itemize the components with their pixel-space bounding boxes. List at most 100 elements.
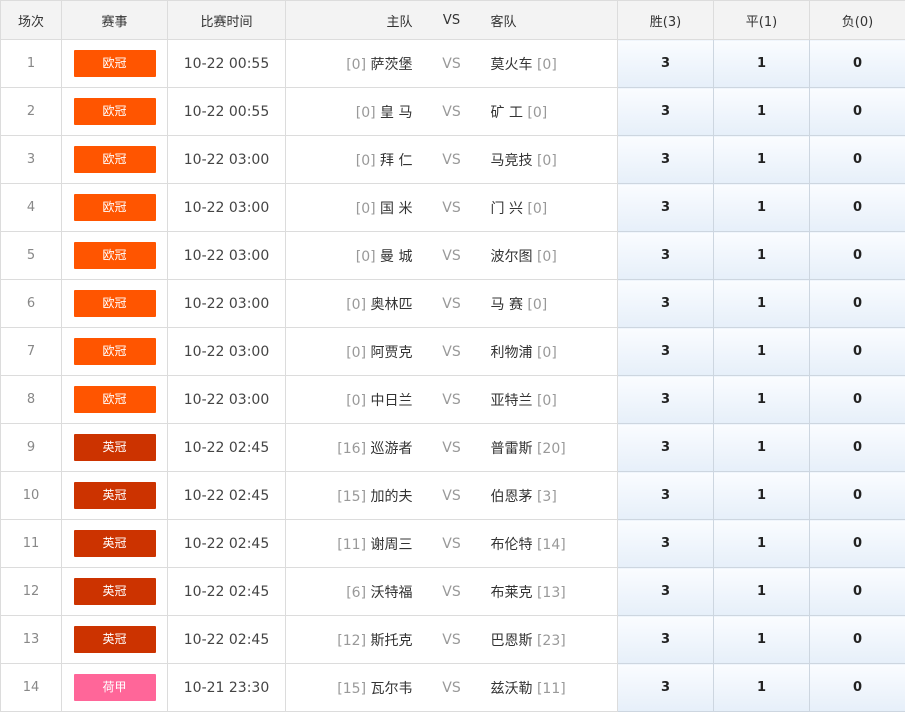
draw-option[interactable]: 1 bbox=[713, 663, 810, 712]
win-option[interactable]: 3 bbox=[617, 183, 714, 232]
lose-option[interactable]: 0 bbox=[809, 231, 905, 280]
lose-option[interactable]: 0 bbox=[809, 135, 905, 184]
draw-option[interactable]: 1 bbox=[713, 183, 810, 232]
win-option[interactable]: 3 bbox=[617, 567, 714, 616]
home-team[interactable]: 巡游者 bbox=[371, 441, 413, 457]
win-option[interactable]: 3 bbox=[617, 39, 714, 88]
win-option[interactable]: 3 bbox=[617, 375, 714, 424]
lose-option[interactable]: 0 bbox=[809, 375, 905, 424]
match-index: 9 bbox=[0, 423, 62, 472]
lose-option[interactable]: 0 bbox=[809, 471, 905, 520]
away-team[interactable]: 马竞技 bbox=[491, 153, 533, 169]
away-team[interactable]: 马 赛 bbox=[491, 297, 523, 313]
draw-option[interactable]: 1 bbox=[713, 327, 810, 376]
away-team[interactable]: 布莱克 bbox=[491, 585, 533, 601]
league-badge[interactable]: 欧冠 bbox=[73, 146, 156, 173]
header-home: 主队 bbox=[285, 0, 421, 40]
league-badge[interactable]: 欧冠 bbox=[73, 50, 156, 77]
home-team[interactable]: 加的夫 bbox=[371, 489, 413, 505]
league-badge[interactable]: 英冠 bbox=[73, 434, 156, 461]
vs-label: VS bbox=[420, 567, 483, 616]
win-option[interactable]: 3 bbox=[617, 279, 714, 328]
draw-option[interactable]: 1 bbox=[713, 615, 810, 664]
away-rank: [0] bbox=[527, 104, 548, 121]
away-team[interactable]: 门 兴 bbox=[491, 201, 523, 217]
win-option[interactable]: 3 bbox=[617, 231, 714, 280]
home-team-cell: [0] 萨茨堡 bbox=[285, 39, 421, 88]
match-index: 12 bbox=[0, 567, 62, 616]
away-team[interactable]: 兹沃勒 bbox=[491, 681, 533, 697]
away-team[interactable]: 巴恩斯 bbox=[491, 633, 533, 649]
match-index: 13 bbox=[0, 615, 62, 664]
lose-option[interactable]: 0 bbox=[809, 87, 905, 136]
draw-option[interactable]: 1 bbox=[713, 423, 810, 472]
draw-option[interactable]: 1 bbox=[713, 231, 810, 280]
home-team[interactable]: 谢周三 bbox=[371, 537, 413, 553]
home-team-cell: [16] 巡游者 bbox=[285, 423, 421, 472]
league-badge[interactable]: 英冠 bbox=[73, 482, 156, 509]
league-badge[interactable]: 英冠 bbox=[73, 578, 156, 605]
home-team[interactable]: 拜 仁 bbox=[380, 153, 412, 169]
league-badge[interactable]: 欧冠 bbox=[73, 98, 156, 125]
win-option[interactable]: 3 bbox=[617, 615, 714, 664]
league-cell: 欧冠 bbox=[61, 279, 168, 328]
away-team[interactable]: 波尔图 bbox=[491, 249, 533, 265]
draw-option[interactable]: 1 bbox=[713, 471, 810, 520]
league-badge[interactable]: 欧冠 bbox=[73, 338, 156, 365]
home-team[interactable]: 皇 马 bbox=[380, 105, 412, 121]
home-team-cell: [0] 奥林匹 bbox=[285, 279, 421, 328]
away-team[interactable]: 矿 工 bbox=[491, 105, 523, 121]
draw-option[interactable]: 1 bbox=[713, 39, 810, 88]
lose-option[interactable]: 0 bbox=[809, 183, 905, 232]
league-badge[interactable]: 欧冠 bbox=[73, 386, 156, 413]
win-option[interactable]: 3 bbox=[617, 135, 714, 184]
match-time: 10-22 02:45 bbox=[167, 615, 286, 664]
away-team[interactable]: 布伦特 bbox=[491, 537, 533, 553]
away-team[interactable]: 莫火车 bbox=[491, 57, 533, 73]
win-option[interactable]: 3 bbox=[617, 87, 714, 136]
draw-option[interactable]: 1 bbox=[713, 375, 810, 424]
win-option[interactable]: 3 bbox=[617, 471, 714, 520]
home-team[interactable]: 萨茨堡 bbox=[371, 57, 413, 73]
draw-option[interactable]: 1 bbox=[713, 279, 810, 328]
home-team[interactable]: 奥林匹 bbox=[371, 297, 413, 313]
win-option[interactable]: 3 bbox=[617, 519, 714, 568]
draw-option[interactable]: 1 bbox=[713, 519, 810, 568]
league-badge[interactable]: 欧冠 bbox=[73, 290, 156, 317]
league-badge[interactable]: 英冠 bbox=[73, 530, 156, 557]
league-cell: 欧冠 bbox=[61, 231, 168, 280]
lose-option[interactable]: 0 bbox=[809, 567, 905, 616]
home-team[interactable]: 国 米 bbox=[380, 201, 412, 217]
away-team[interactable]: 伯恩茅 bbox=[491, 489, 533, 505]
home-team[interactable]: 瓦尔韦 bbox=[371, 681, 413, 697]
lose-option[interactable]: 0 bbox=[809, 39, 905, 88]
lose-option[interactable]: 0 bbox=[809, 327, 905, 376]
home-team[interactable]: 斯托克 bbox=[371, 633, 413, 649]
draw-option[interactable]: 1 bbox=[713, 135, 810, 184]
match-time: 10-22 03:00 bbox=[167, 135, 286, 184]
draw-option[interactable]: 1 bbox=[713, 567, 810, 616]
table-header: 场次 赛事 比赛时间 主队 VS 客队 胜(3) 平(1) 负(0) bbox=[0, 0, 905, 40]
lose-option[interactable]: 0 bbox=[809, 663, 905, 712]
league-badge[interactable]: 欧冠 bbox=[73, 194, 156, 221]
win-option[interactable]: 3 bbox=[617, 423, 714, 472]
draw-option[interactable]: 1 bbox=[713, 87, 810, 136]
home-team[interactable]: 阿贾克 bbox=[371, 345, 413, 361]
league-badge[interactable]: 荷甲 bbox=[73, 674, 156, 701]
lose-option[interactable]: 0 bbox=[809, 519, 905, 568]
win-option[interactable]: 3 bbox=[617, 663, 714, 712]
away-team[interactable]: 利物浦 bbox=[491, 345, 533, 361]
home-team[interactable]: 中日兰 bbox=[371, 393, 413, 409]
lose-option[interactable]: 0 bbox=[809, 423, 905, 472]
away-team[interactable]: 亚特兰 bbox=[491, 393, 533, 409]
lose-option[interactable]: 0 bbox=[809, 279, 905, 328]
table-row: 13 英冠 10-22 02:45 [12] 斯托克 VS 巴恩斯 [23] 3 1 0 bbox=[0, 615, 905, 664]
league-badge[interactable]: 英冠 bbox=[73, 626, 156, 653]
league-badge[interactable]: 欧冠 bbox=[73, 242, 156, 269]
home-team[interactable]: 沃特福 bbox=[371, 585, 413, 601]
away-team[interactable]: 普雷斯 bbox=[491, 441, 533, 457]
win-option[interactable]: 3 bbox=[617, 327, 714, 376]
lose-option[interactable]: 0 bbox=[809, 615, 905, 664]
vs-label: VS bbox=[420, 87, 483, 136]
home-team[interactable]: 曼 城 bbox=[380, 249, 412, 265]
